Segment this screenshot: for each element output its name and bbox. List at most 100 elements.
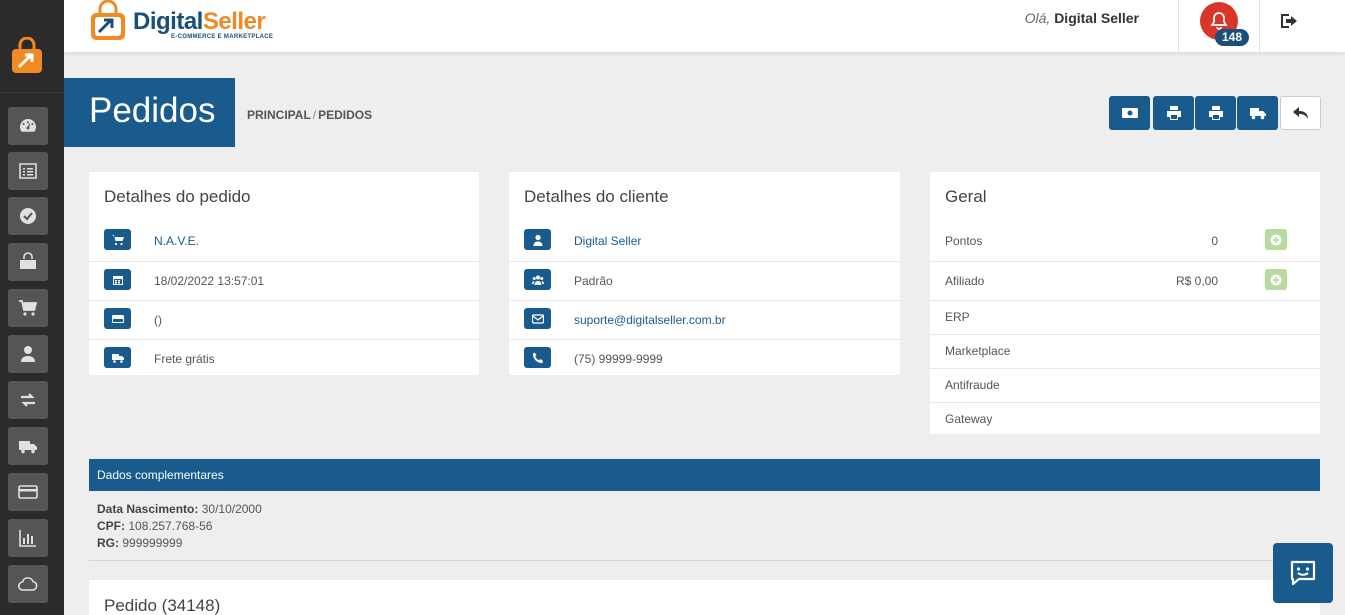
payment-button[interactable] bbox=[1109, 96, 1150, 130]
card-icon-badge bbox=[104, 308, 131, 329]
client-email-link[interactable]: suporte@digitalseller.com.br bbox=[574, 313, 726, 327]
phone-icon-badge bbox=[524, 347, 551, 368]
chat-support-button[interactable] bbox=[1273, 543, 1333, 603]
general-erp-row: ERP bbox=[930, 300, 1320, 334]
back-button[interactable] bbox=[1280, 96, 1321, 130]
order-details-panel: Detalhes do pedido N.A.V.E. 18/02/2022 1… bbox=[89, 172, 479, 375]
order-payment-row: () bbox=[89, 300, 479, 339]
order-store-link[interactable]: N.A.V.E. bbox=[154, 234, 199, 248]
credit-card-icon bbox=[18, 485, 38, 499]
truck-icon bbox=[19, 441, 37, 454]
bell-icon bbox=[1210, 12, 1228, 30]
general-antifraud-row: Antifraude bbox=[930, 368, 1320, 402]
users-icon bbox=[531, 275, 544, 285]
chat-icon bbox=[1290, 560, 1316, 586]
check-circle-icon bbox=[20, 208, 36, 224]
complementary-data-header: Dados complementares bbox=[89, 459, 1320, 491]
order-shipping-method: Frete grátis bbox=[154, 352, 215, 366]
order-shipping-row: Frete grátis bbox=[89, 339, 479, 378]
client-group: Padrão bbox=[574, 274, 613, 288]
shopping-bag-logo-icon[interactable] bbox=[10, 37, 44, 75]
general-marketplace-row: Marketplace bbox=[930, 334, 1320, 368]
order-number-title: Pedido (34148) bbox=[104, 596, 221, 615]
users-icon-badge bbox=[524, 269, 551, 290]
bar-chart-icon bbox=[19, 530, 36, 547]
gateway-label: Gateway bbox=[945, 412, 993, 426]
breadcrumb-home[interactable]: PRINCIPAL bbox=[247, 108, 311, 122]
affiliate-label: Afiliado bbox=[945, 274, 985, 288]
client-name-row: Digital Seller bbox=[509, 222, 900, 261]
brand-tagline: E-COMMERCE E MARKETPLACE bbox=[171, 34, 274, 40]
print-button[interactable] bbox=[1153, 96, 1194, 130]
order-date-row: 18/02/2022 13:57:01 bbox=[89, 261, 479, 300]
general-gateway-row: Gateway bbox=[930, 402, 1320, 435]
points-label: Pontos bbox=[945, 234, 983, 248]
cloud-icon bbox=[18, 577, 38, 591]
truck-icon bbox=[1249, 108, 1266, 120]
calendar-icon-badge bbox=[104, 269, 131, 290]
print-label-button[interactable] bbox=[1195, 96, 1236, 130]
user-icon-badge bbox=[524, 229, 551, 250]
sidebar-item-orders[interactable] bbox=[8, 289, 48, 327]
brand-name: DigitalSeller bbox=[133, 8, 266, 35]
client-phone: (75) 99999-9999 bbox=[574, 352, 663, 366]
list-icon bbox=[19, 163, 37, 179]
sidebar bbox=[0, 0, 64, 615]
user-greeting: Olá, Digital Seller bbox=[1024, 10, 1139, 26]
sidebar-item-products[interactable] bbox=[8, 243, 48, 281]
user-icon bbox=[533, 234, 542, 246]
dashboard-icon bbox=[20, 119, 36, 132]
truck-icon bbox=[111, 353, 124, 363]
birth-date-line: Data Nascimento: 30/10/2000 bbox=[97, 502, 262, 516]
client-group-row: Padrão bbox=[509, 261, 900, 300]
plus-circle-icon bbox=[1270, 274, 1282, 285]
print-icon bbox=[1166, 106, 1181, 120]
cart-icon-badge bbox=[104, 229, 131, 250]
sidebar-item-dashboard[interactable] bbox=[8, 107, 48, 145]
order-date: 18/02/2022 13:57:01 bbox=[154, 274, 265, 288]
cpf-line: CPF: 108.257.768-56 bbox=[97, 519, 213, 533]
top-header: DigitalSeller E-COMMERCE E MARKETPLACE O… bbox=[64, 0, 1345, 53]
breadcrumb: PRINCIPAL / PEDIDOS bbox=[247, 108, 372, 122]
brand-logo[interactable]: DigitalSeller E-COMMERCE E MARKETPLACE bbox=[88, 0, 278, 45]
panel-title: Detalhes do cliente bbox=[524, 187, 669, 206]
sidebar-item-approvals[interactable] bbox=[8, 197, 48, 235]
brand-bag-icon bbox=[91, 0, 125, 40]
breadcrumb-current: PEDIDOS bbox=[318, 108, 373, 122]
shipping-button[interactable] bbox=[1237, 96, 1278, 130]
envelope-icon-badge bbox=[524, 308, 551, 329]
sidebar-item-integrations[interactable] bbox=[8, 565, 48, 603]
panel-title: Geral bbox=[945, 187, 987, 206]
sidebar-item-shipping[interactable] bbox=[8, 427, 48, 465]
exchange-icon bbox=[21, 393, 35, 407]
client-name-link[interactable]: Digital Seller bbox=[574, 234, 641, 248]
logout-icon[interactable] bbox=[1280, 12, 1300, 30]
shopping-cart-icon bbox=[111, 234, 124, 245]
rg-line: RG: 999999999 bbox=[97, 536, 183, 550]
plus-circle-icon bbox=[1270, 234, 1282, 245]
add-points-button[interactable] bbox=[1265, 229, 1287, 250]
shopping-bag-icon bbox=[20, 252, 36, 269]
sidebar-item-customers[interactable] bbox=[8, 335, 48, 373]
calendar-icon bbox=[112, 275, 123, 285]
panel-title: Detalhes do pedido bbox=[104, 187, 251, 206]
print-icon bbox=[1208, 106, 1223, 120]
reply-arrow-icon bbox=[1292, 107, 1308, 119]
order-items-panel: Pedido (34148) bbox=[89, 580, 1320, 615]
envelope-icon bbox=[531, 313, 544, 324]
general-panel: Geral Pontos 0 Afiliado R$ 0,00 ERP Mark… bbox=[930, 172, 1320, 434]
shopping-cart-icon bbox=[19, 300, 38, 316]
erp-label: ERP bbox=[945, 310, 970, 324]
sidebar-item-reports[interactable] bbox=[8, 519, 48, 557]
credit-card-icon bbox=[111, 314, 124, 323]
add-affiliate-button[interactable] bbox=[1265, 269, 1287, 290]
order-payment-method: () bbox=[154, 313, 162, 327]
sidebar-item-list[interactable] bbox=[8, 152, 48, 190]
sidebar-item-exchanges[interactable] bbox=[8, 381, 48, 419]
complementary-data-body: Data Nascimento: 30/10/2000 CPF: 108.257… bbox=[89, 491, 1320, 561]
sidebar-item-payments[interactable] bbox=[8, 473, 48, 511]
client-details-panel: Detalhes do cliente Digital Seller Padrã… bbox=[509, 172, 900, 375]
user-icon bbox=[21, 346, 35, 362]
general-affiliate-row: Afiliado R$ 0,00 bbox=[930, 261, 1320, 300]
phone-icon bbox=[532, 352, 543, 363]
